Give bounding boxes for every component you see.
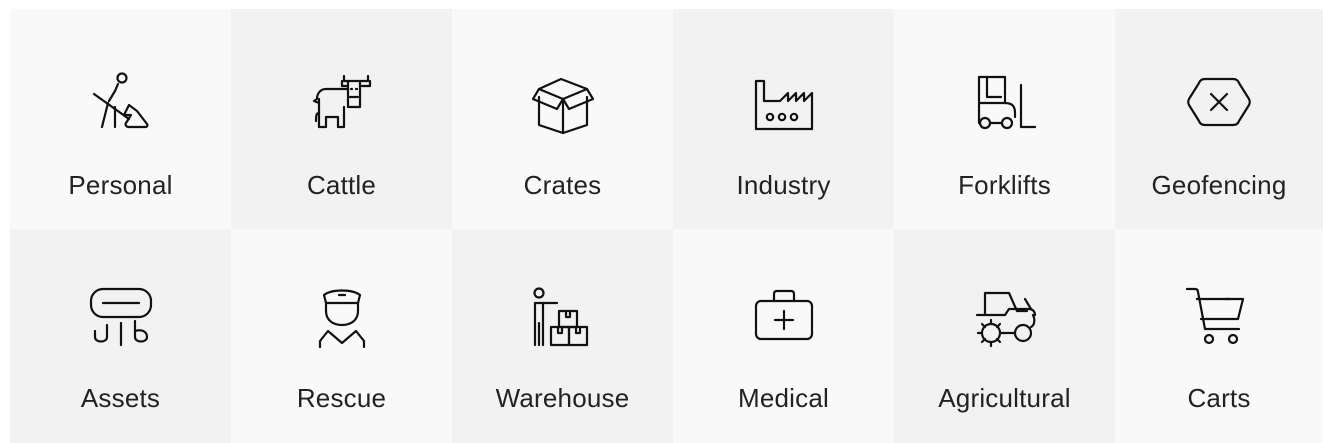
open-box-icon: [527, 67, 599, 139]
forklift-icon: [969, 67, 1041, 139]
person-with-boxes-icon: [527, 281, 599, 353]
tile-personal[interactable]: Personal: [10, 9, 231, 229]
tile-label: Crates: [523, 170, 602, 200]
tile-agricultural[interactable]: Agricultural: [894, 229, 1115, 443]
medical-kit-icon: [748, 281, 820, 353]
tile-warehouse[interactable]: Warehouse: [452, 229, 673, 443]
tile-label: Cattle: [306, 170, 377, 200]
factory-icon: [748, 67, 820, 139]
tile-carts[interactable]: Carts: [1115, 229, 1323, 443]
person-digging-icon: [85, 67, 157, 139]
tile-label: Personal: [68, 170, 173, 200]
tractor-icon: [969, 281, 1041, 353]
tile-label: Carts: [1187, 383, 1251, 413]
tile-cattle[interactable]: Cattle: [231, 9, 452, 229]
police-officer-icon: [306, 281, 378, 353]
tile-label: Assets: [80, 383, 161, 413]
tile-label: Industry: [736, 170, 831, 200]
shopping-cart-icon: [1183, 281, 1255, 353]
tile-label: Forklifts: [958, 170, 1051, 200]
tile-crates[interactable]: Crates: [452, 9, 673, 229]
tile-label: Rescue: [296, 383, 387, 413]
tile-rescue[interactable]: Rescue: [231, 229, 452, 443]
tile-label: Agricultural: [938, 383, 1071, 413]
tile-label: Medical: [738, 383, 829, 413]
tile-label: Geofencing: [1151, 170, 1287, 200]
tile-geofencing[interactable]: Geofencing: [1115, 9, 1323, 229]
tile-label: Warehouse: [495, 383, 630, 413]
tile-forklifts[interactable]: Forklifts: [894, 9, 1115, 229]
hexagon-x-icon: [1183, 67, 1255, 139]
tile-medical[interactable]: Medical: [673, 229, 894, 443]
air-conditioner-icon: [85, 281, 157, 353]
tile-assets[interactable]: Assets: [10, 229, 231, 443]
category-grid: Personal Cattle Crates Industry Forklift…: [10, 9, 1323, 443]
cow-icon: [306, 67, 378, 139]
tile-industry[interactable]: Industry: [673, 9, 894, 229]
